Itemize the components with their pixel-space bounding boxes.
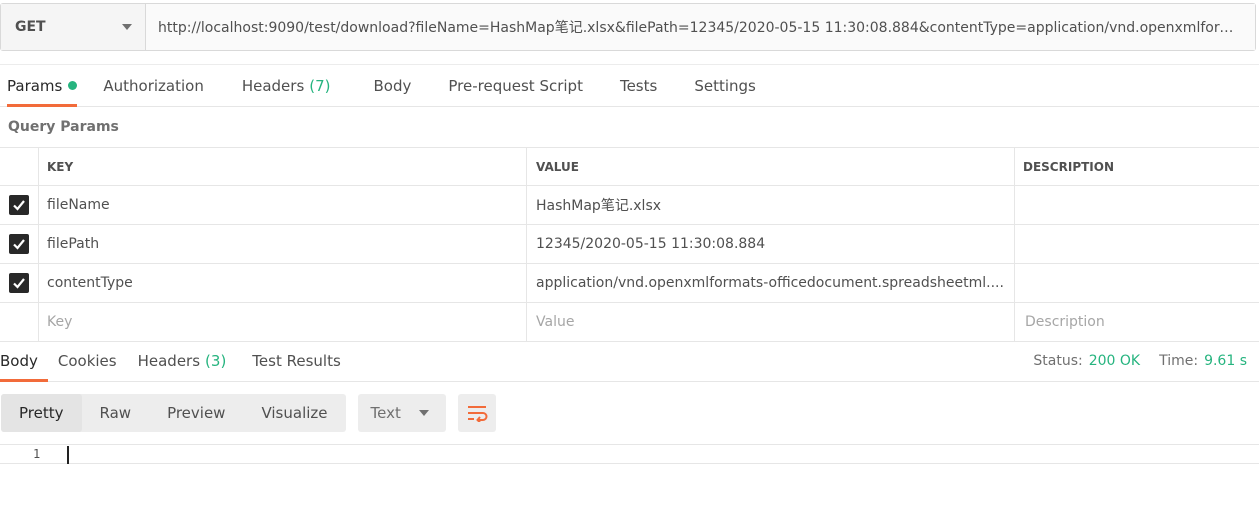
chevron-down-icon — [122, 24, 132, 30]
header-checkbox-cell — [0, 148, 39, 185]
tab-count: (7) — [309, 76, 331, 95]
tab-body[interactable]: Body — [374, 65, 412, 106]
response-tab-test-results[interactable]: Test Results — [252, 340, 340, 381]
tab-label: Headers — [137, 351, 201, 370]
table-row-new: Key Value Description — [0, 303, 1259, 342]
method-label: GET — [15, 19, 46, 35]
method-select[interactable]: GET — [1, 4, 146, 50]
active-dot-icon — [68, 81, 78, 90]
param-key[interactable]: filePath — [39, 225, 527, 263]
check-icon — [13, 200, 25, 211]
tab-count: (3) — [205, 351, 227, 370]
new-key-input[interactable]: Key — [39, 303, 527, 341]
tab-label: Cookies — [57, 351, 117, 370]
tab-label: Settings — [694, 76, 756, 95]
row-checkbox-cell — [0, 225, 39, 263]
param-key[interactable]: contentType — [39, 264, 527, 302]
row-checkbox[interactable] — [9, 273, 29, 293]
format-select[interactable]: Text — [357, 394, 446, 432]
tab-label: Pre-request Script — [448, 76, 583, 95]
new-value-input[interactable]: Value — [527, 303, 1015, 341]
param-description[interactable] — [1015, 225, 1259, 263]
table-header-row: KEY VALUE DESCRIPTION — [0, 148, 1259, 186]
response-tabs: Body Cookies Headers (3) Test Results Sta… — [0, 340, 1259, 382]
view-mode-group: Pretty Raw Preview Visualize — [1, 394, 346, 432]
param-value-text: application/vnd.openxmlformats-officedoc… — [536, 275, 1004, 291]
param-value[interactable]: application/vnd.openxmlformats-officedoc… — [527, 264, 1015, 302]
url-input[interactable]: http://localhost:9090/test/download?file… — [146, 4, 1255, 50]
table-row: fileName HashMap笔记.xlsx — [0, 186, 1259, 225]
wrap-lines-icon — [467, 406, 487, 422]
tab-headers[interactable]: Headers (7) — [242, 65, 331, 106]
tab-label: Body — [373, 76, 412, 95]
wrap-lines-button[interactable] — [457, 394, 496, 432]
response-tab-body[interactable]: Body — [0, 340, 48, 382]
row-checkbox[interactable] — [9, 234, 29, 254]
param-value[interactable]: HashMap笔记.xlsx — [527, 186, 1015, 224]
tab-settings[interactable]: Settings — [694, 65, 756, 106]
tab-label: Test Results — [252, 351, 341, 370]
tab-authorization[interactable]: Authorization — [103, 65, 203, 106]
column-header-description: DESCRIPTION — [1023, 159, 1115, 174]
tab-params[interactable]: Params — [7, 65, 78, 107]
column-header-key: KEY — [39, 148, 527, 185]
visualize-button[interactable]: Visualize — [243, 394, 345, 432]
query-params-title: Query Params — [8, 119, 119, 135]
table-row: filePath 12345/2020-05-15 11:30:08.884 — [0, 225, 1259, 264]
response-tab-cookies[interactable]: Cookies — [58, 340, 117, 381]
status-value[interactable]: 200 OK — [1089, 353, 1140, 369]
raw-button[interactable]: Raw — [82, 394, 150, 432]
response-status: Status: 200 OK Time: 9.61 s — [1033, 340, 1247, 381]
row-checkbox[interactable] — [9, 195, 29, 215]
tab-label: Authorization — [103, 76, 204, 95]
preview-button[interactable]: Preview — [149, 394, 243, 432]
response-body-editor: 1 — [0, 444, 1259, 464]
status-label: Status: — [1033, 352, 1083, 369]
table-row: contentType application/vnd.openxmlforma… — [0, 264, 1259, 303]
request-url-bar: GET http://localhost:9090/test/download?… — [0, 3, 1256, 51]
text-cursor — [67, 446, 69, 464]
pretty-button[interactable]: Pretty — [1, 394, 82, 432]
line-number: 1 — [33, 447, 41, 461]
query-params-table: KEY VALUE DESCRIPTION fileName HashMap笔记… — [0, 147, 1259, 342]
time-value[interactable]: 9.61 s — [1204, 353, 1247, 369]
param-key[interactable]: fileName — [39, 186, 527, 224]
chevron-down-icon — [418, 410, 429, 416]
column-header-value: VALUE — [527, 148, 1015, 185]
format-label: Text — [370, 404, 401, 422]
tab-label: Tests — [619, 76, 658, 95]
row-checkbox-cell — [0, 264, 39, 302]
tab-tests[interactable]: Tests — [620, 65, 657, 106]
tab-label: Params — [7, 76, 63, 95]
response-tab-headers[interactable]: Headers (3) — [138, 340, 227, 381]
param-value[interactable]: 12345/2020-05-15 11:30:08.884 — [527, 225, 1015, 263]
editor-text-area[interactable] — [60, 445, 1259, 463]
body-toolbar: Pretty Raw Preview Visualize Text — [0, 394, 496, 432]
request-tabs: Params Authorization Headers (7) Body Pre… — [0, 64, 1259, 107]
param-description[interactable] — [1015, 264, 1259, 302]
tab-pre-request-script[interactable]: Pre-request Script — [448, 65, 583, 106]
row-checkbox-cell — [0, 303, 39, 341]
param-description[interactable] — [1015, 186, 1259, 224]
time-label: Time: — [1159, 352, 1199, 369]
new-description-input[interactable]: Description — [1015, 303, 1259, 341]
check-icon — [13, 278, 25, 289]
tab-label: Body — [0, 351, 38, 370]
tab-label: Headers — [241, 76, 305, 95]
row-checkbox-cell — [0, 186, 39, 224]
check-icon — [13, 239, 25, 250]
url-text: http://localhost:9090/test/download?file… — [158, 20, 1243, 36]
